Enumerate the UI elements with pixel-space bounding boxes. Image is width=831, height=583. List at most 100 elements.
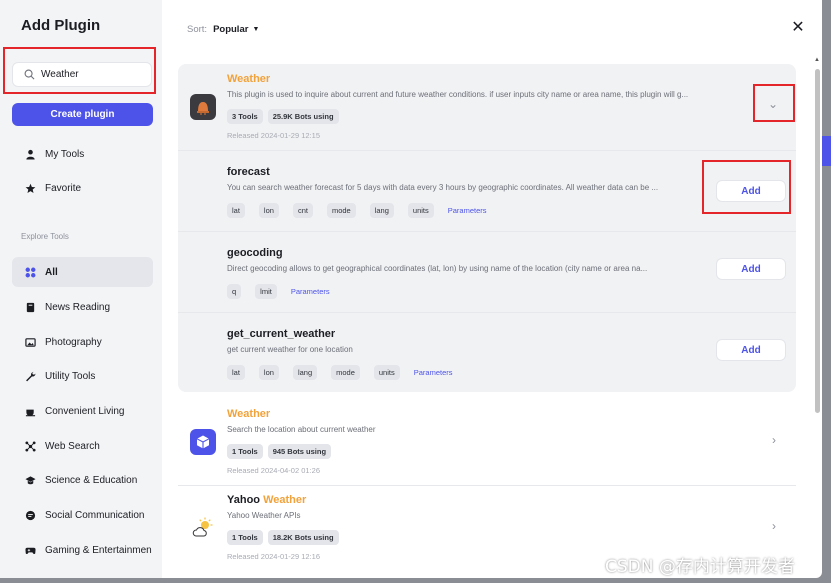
tools-count-badge: 1 Tools [227,530,263,545]
release-date: Released 2024-01-29 12:15 [227,131,320,140]
nav-social-communication[interactable]: Social Communication [12,500,153,530]
tool-description: You can search weather forecast for 5 da… [227,183,659,192]
param-tag: mode [331,365,360,380]
collapse-highlight-box [753,84,795,122]
plugin-stats: 1 Tools 18.2K Bots using [227,530,344,545]
add-get-current-weather-button[interactable]: Add [716,339,786,361]
chevron-right-icon[interactable]: › [772,519,776,533]
param-tag: lang [292,365,318,380]
nav-label: Convenient Living [45,405,125,417]
plugin-name[interactable]: Weather [227,73,270,85]
parameters-link[interactable]: Parameters [291,284,330,299]
param-tag: lang [369,203,394,218]
nav-photography[interactable]: Photography [12,327,153,357]
network-icon [24,440,36,452]
caret-down-icon: ▼ [252,26,260,33]
plugin-card[interactable]: Weather Search the location about curren… [178,400,796,485]
tool-row-forecast: forecast You can search weather forecast… [178,150,796,231]
create-plugin-button[interactable]: Create plugin [12,103,153,126]
nav-label: My Tools [45,148,85,160]
parameters-link[interactable]: Parameters [414,365,453,380]
nav-my-tools[interactable]: My Tools [12,139,153,169]
sort-label: Sort: [187,24,208,35]
bots-using-badge: 18.2K Bots using [267,530,339,545]
book-icon [24,301,36,313]
watermark: CSDN @存内计算开发者 [605,557,795,577]
release-date: Released 2024-04-02 01:26 [227,466,320,475]
wrench-icon [24,370,36,382]
param-tag: cnt [292,203,313,218]
sidebar: Add Plugin Create plugin My Tools Favori… [0,0,162,578]
tool-description: Direct geocoding allows to get geographi… [227,264,648,273]
bots-using-badge: 25.9K Bots using [267,109,339,124]
star-icon [24,182,36,194]
nav-web-search[interactable]: Web Search [12,431,153,461]
background-accent [822,136,831,166]
graduation-cap-icon [24,474,36,486]
weather-plugin-logo [190,94,216,120]
nav-label: News Reading [45,301,111,313]
yahoo-weather-logo [190,515,216,541]
tool-name: forecast [227,166,270,178]
tool-params: lat lon lang mode units Parameters [227,365,453,380]
tool-params: q lmit Parameters [227,284,330,299]
param-tag: q [227,284,242,299]
nav-all[interactable]: All [12,257,153,287]
nav-utility-tools[interactable]: Utility Tools [12,361,153,391]
sort-value: Popular [213,24,249,35]
cup-icon [24,405,36,417]
user-icon [24,148,36,160]
tool-row-get-current-weather: get_current_weather get current weather … [178,312,796,392]
bell-cloud-icon [197,102,209,115]
sort-dropdown[interactable]: Sort: Popular ▼ [187,24,259,35]
param-tag: lat [227,203,245,218]
plugin-card-expanded: Weather This plugin is used to inquire a… [178,64,796,392]
modal-title: Add Plugin [21,17,101,34]
nav-label: Science & Education [45,474,138,486]
param-tag: units [373,365,400,380]
nav-favorite[interactable]: Favorite [12,173,153,203]
param-tag: lat [227,365,245,380]
nav-label: Web Search [45,440,100,452]
tool-name: get_current_weather [227,328,336,340]
image-icon [24,336,36,348]
gamepad-icon [24,544,36,556]
param-tag: lon [258,203,279,218]
plugin-name-match: Weather [263,494,307,506]
tools-count-badge: 3 Tools [227,109,263,124]
close-icon[interactable]: ✕ [791,17,805,37]
plugin-description: Search the location about current weathe… [227,425,376,434]
nav-gaming-entertainment[interactable]: Gaming & Entertainmen [12,535,153,565]
add-geocoding-button[interactable]: Add [716,258,786,280]
chat-icon [24,509,36,521]
release-date: Released 2024-01-29 12:16 [227,552,320,561]
nav-science-education[interactable]: Science & Education [12,465,153,495]
param-tag: units [407,203,434,218]
plugin-stats: 1 Tools 945 Bots using [227,444,336,459]
parameters-link[interactable]: Parameters [448,203,487,218]
chevron-right-icon[interactable]: › [772,433,776,447]
param-tag: lmit [255,284,277,299]
add-plugin-modal: Add Plugin Create plugin My Tools Favori… [0,0,822,578]
main-content: Sort: Popular ▼ ✕ ▲ Weather This plugin … [162,0,822,578]
tool-description: get current weather for one location [227,345,353,354]
grid-icon [24,266,36,278]
sun-cloud-icon [192,517,213,537]
plugin-description: Yahoo Weather APIs [227,511,301,520]
plugin-name: Weather [227,408,271,420]
nav-convenient-living[interactable]: Convenient Living [12,396,153,426]
tool-params: lat lon cnt mode lang units Parameters [227,203,487,218]
nav-news-reading[interactable]: News Reading [12,292,153,322]
scroll-up-arrow[interactable]: ▲ [814,57,820,63]
plugin-name: Yahoo Weather [227,494,306,506]
plugin-name-prefix: Yahoo [227,494,264,506]
nav-label: Photography [45,336,102,348]
tool-name: geocoding [227,247,283,259]
plugin-description: This plugin is used to inquire about cur… [227,90,689,99]
nav-label: Social Communication [45,509,145,521]
param-tag: lon [258,365,279,380]
scrollbar-thumb[interactable] [815,69,820,413]
bots-using-badge: 945 Bots using [267,444,332,459]
explore-tools-label: Explore Tools [21,232,69,241]
nav-label: All [45,266,58,278]
